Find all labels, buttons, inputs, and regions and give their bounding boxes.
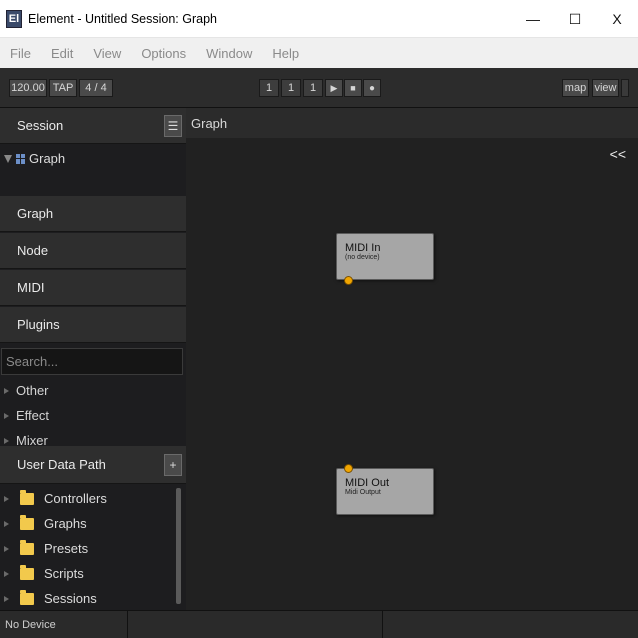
tap-button[interactable]: TAP [49, 79, 77, 97]
folder-label: Sessions [44, 591, 97, 606]
folder-label: Controllers [44, 491, 107, 506]
maximize-button[interactable]: ☐ [554, 0, 596, 38]
stop-icon[interactable]: ■ [344, 79, 362, 97]
tree-item-label: Graph [29, 151, 66, 166]
category-label: Other [16, 383, 49, 398]
section-graph[interactable]: Graph [0, 196, 186, 232]
input-port[interactable] [344, 464, 353, 473]
node-midi-out[interactable]: MIDI Out Midi Output [336, 464, 434, 515]
folder-label: Presets [44, 541, 89, 556]
folder-scrollbar[interactable] [176, 488, 181, 604]
section-node-label: Node [17, 243, 49, 258]
window-controls: — ☐ X [512, 0, 638, 38]
status-bar: No Device [0, 610, 638, 638]
expand-arrow-icon [4, 545, 9, 552]
view-button[interactable]: view [592, 79, 619, 97]
user-data-title: User Data Path [17, 457, 106, 472]
folder-graphs[interactable]: Graphs [0, 511, 176, 536]
folder-scripts[interactable]: Scripts [0, 561, 176, 586]
node-subtitle: Midi Output [345, 489, 381, 496]
app-icon: El [6, 9, 22, 28]
window-title: Element - Untitled Session: Graph [28, 11, 217, 26]
title-bar: El Element - Untitled Session: Graph — ☐… [0, 0, 638, 38]
graph-header-label: Graph [191, 115, 228, 131]
close-button[interactable]: X [596, 0, 638, 38]
graph-canvas[interactable]: << MIDI In (no device) MIDI Out Midi Out… [186, 138, 638, 610]
node-subtitle: (no device) [345, 254, 380, 261]
folder-presets[interactable]: Presets [0, 536, 176, 561]
folder-icon [20, 514, 34, 530]
collapse-panel-icon[interactable]: << [610, 146, 626, 162]
menu-edit[interactable]: Edit [41, 46, 83, 61]
expand-arrow-icon [4, 495, 9, 502]
category-label: Effect [16, 408, 50, 423]
record-icon[interactable]: ● [363, 79, 381, 97]
node-title: MIDI In [345, 242, 381, 254]
map-button[interactable]: map [562, 79, 589, 97]
graph-header: Graph [186, 108, 638, 138]
menu-file[interactable]: File [0, 46, 41, 61]
category-mixer[interactable]: Mixer [0, 428, 184, 446]
expand-triangle-icon[interactable] [4, 154, 12, 163]
menu-help[interactable]: Help [262, 46, 309, 61]
status-cell-middle [128, 611, 383, 638]
session-title: Session [17, 118, 64, 133]
expand-arrow-icon [4, 595, 9, 602]
menu-options[interactable]: Options [131, 46, 196, 61]
section-midi[interactable]: MIDI [0, 270, 186, 306]
section-plugins[interactable]: Plugins [0, 307, 186, 343]
section-plugins-label: Plugins [17, 317, 60, 332]
plugin-search-input[interactable] [1, 348, 183, 375]
expand-arrow-icon [4, 387, 9, 394]
expand-arrow-icon [4, 570, 9, 577]
bar-counter: 1 [259, 79, 279, 97]
session-header: Session ☰ [0, 108, 186, 144]
menu-view[interactable]: View [83, 46, 131, 61]
expand-arrow-icon [4, 437, 9, 444]
folder-label: Graphs [44, 516, 87, 531]
plugin-category-list: Other Effect Mixer [0, 378, 184, 446]
folder-sessions[interactable]: Sessions [0, 586, 176, 611]
session-tree-graph[interactable]: Graph [4, 151, 65, 166]
menu-bar: File Edit View Options Window Help [0, 38, 638, 68]
node-midi-in[interactable]: MIDI In (no device) [336, 233, 434, 285]
sidebar: Session ☰ Graph Graph Node MIDI Plugins … [0, 108, 186, 610]
toolbar-grip[interactable] [621, 79, 629, 97]
tick-counter: 1 [303, 79, 323, 97]
category-other[interactable]: Other [0, 378, 184, 403]
section-midi-label: MIDI [17, 280, 45, 295]
beat-counter: 1 [281, 79, 301, 97]
add-icon[interactable]: + [164, 454, 182, 476]
meter-field[interactable]: 4 / 4 [79, 79, 113, 97]
section-graph-label: Graph [17, 206, 54, 221]
output-port[interactable] [344, 276, 353, 285]
folder-label: Scripts [44, 566, 84, 581]
menu-icon[interactable]: ☰ [164, 115, 182, 137]
folder-icon [20, 564, 34, 580]
minimize-button[interactable]: — [512, 0, 554, 38]
section-node[interactable]: Node [0, 233, 186, 269]
user-data-folder-list: Controllers Graphs Presets Scripts Sessi… [0, 486, 176, 611]
menu-window[interactable]: Window [196, 46, 262, 61]
category-label: Mixer [16, 433, 48, 446]
graph-icon [16, 153, 26, 164]
expand-arrow-icon [4, 520, 9, 527]
user-data-header: User Data Path + [0, 446, 186, 484]
status-cell-right [383, 611, 638, 638]
category-effect[interactable]: Effect [0, 403, 184, 428]
folder-icon [20, 489, 34, 505]
transport-toolbar: 120.00 TAP 4 / 4 1 1 1 ▶ ■ ● map view [0, 68, 638, 108]
play-icon[interactable]: ▶ [325, 79, 343, 97]
folder-icon [20, 539, 34, 555]
device-status: No Device [0, 611, 128, 638]
node-title: MIDI Out [345, 477, 390, 489]
folder-controllers[interactable]: Controllers [0, 486, 176, 511]
expand-arrow-icon [4, 412, 9, 419]
tempo-field[interactable]: 120.00 [9, 79, 47, 97]
folder-icon [20, 589, 34, 605]
